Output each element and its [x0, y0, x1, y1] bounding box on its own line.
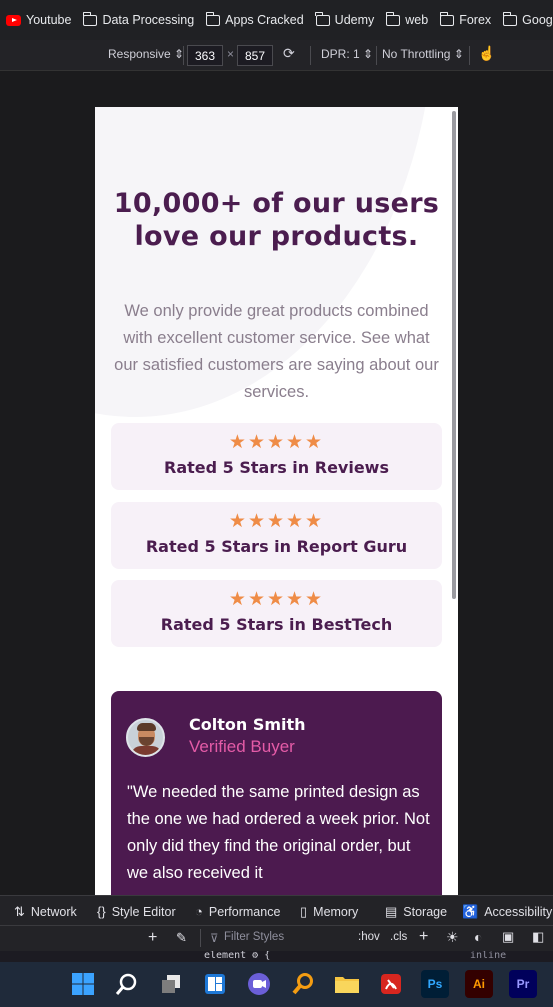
viewport-scrollbar[interactable]	[452, 111, 456, 599]
tab-memory[interactable]: ▯ Memory	[300, 904, 358, 920]
folder-icon	[385, 11, 401, 26]
accessibility-icon: ♿	[462, 904, 479, 919]
avatar	[126, 718, 165, 757]
inline-label: inline	[470, 951, 507, 961]
cls-toggle[interactable]: .cls	[390, 931, 407, 943]
photoshop-icon[interactable]: Ps	[421, 970, 449, 998]
youtube-icon	[6, 14, 21, 26]
divider	[376, 46, 377, 65]
height-input[interactable]: 857	[237, 45, 273, 66]
bookmark-google[interactable]: Google D	[502, 11, 553, 27]
memory-icon: ▯	[300, 904, 308, 919]
add-rule-icon[interactable]: +	[419, 928, 428, 946]
styles-toolbar: + ✎ ⊽ Filter Styles :hov .cls + ☀ ◐ ▣ ◧	[0, 925, 553, 951]
rating-card-besttech: ★★★★★ Rated 5 Stars in BestTech	[111, 580, 442, 647]
bookmark-web[interactable]: web	[385, 11, 428, 27]
page-headline: 10,000+ of our users love our products.	[113, 188, 440, 252]
light-mode-icon[interactable]: ☀	[446, 929, 459, 946]
network-icon: ⇅	[14, 904, 25, 919]
tab-style-editor[interactable]: {} Style Editor	[97, 904, 176, 919]
bookmark-youtube[interactable]: Youtube	[6, 13, 71, 27]
acrobat-icon[interactable]	[377, 970, 405, 998]
dark-mode-icon[interactable]: ◐	[474, 929, 482, 945]
taskbar: Ps Ai Pr	[0, 962, 553, 1007]
premiere-icon[interactable]: Pr	[509, 970, 537, 998]
page-viewport: 10,000+ of our users love our products. …	[95, 107, 458, 895]
dpr-select[interactable]: DPR: 1 ⇕	[321, 47, 373, 61]
bookmark-apps-cracked[interactable]: Apps Cracked	[205, 11, 304, 27]
bookmark-udemy[interactable]: Udemy	[315, 11, 374, 27]
five-stars-icon: ★★★★★	[228, 588, 325, 610]
filter-styles-input[interactable]: Filter Styles	[224, 931, 284, 943]
five-stars-icon: ★★★★★	[228, 431, 325, 453]
rating-card-reviews: ★★★★★ Rated 5 Stars in Reviews	[111, 423, 442, 490]
add-icon[interactable]: +	[148, 929, 157, 947]
tab-storage[interactable]: ▤ Storage	[385, 904, 447, 920]
bookmark-forex[interactable]: Forex	[439, 11, 491, 27]
folder-icon	[82, 11, 98, 26]
bookmark-data-processing[interactable]: Data Processing	[82, 11, 194, 27]
testimonial-role: Verified Buyer	[189, 737, 295, 756]
folder-icon	[439, 11, 455, 26]
testimonial-name: Colton Smith	[189, 715, 306, 734]
divider	[200, 929, 201, 947]
device-select[interactable]: Responsive ⇕	[108, 47, 184, 61]
testimonial-quote: "We needed the same printed design as th…	[127, 783, 430, 882]
windows-start-icon[interactable]	[69, 970, 97, 998]
rating-label: Rated 5 Stars in Reviews	[164, 458, 389, 477]
page-subtext: We only provide great products combined …	[114, 302, 439, 401]
braces-icon: {}	[97, 904, 106, 919]
widgets-icon[interactable]	[201, 970, 229, 998]
five-stars-icon: ★★★★★	[228, 510, 325, 532]
rating-card-report-guru: ★★★★★ Rated 5 Stars in Report Guru	[111, 502, 442, 569]
print-media-icon[interactable]: ▣	[502, 929, 514, 945]
filter-icon: ⊽	[210, 933, 219, 945]
folder-icon	[205, 11, 221, 26]
bookmarks-bar: Youtube Data Processing Apps Cracked Ude…	[0, 0, 553, 40]
folder-icon	[502, 11, 518, 26]
responsive-toolbar: Responsive ⇕ 363 × 857 ⟳ DPR: 1 ⇕ No Thr…	[0, 40, 553, 71]
magnifier-app-icon[interactable]	[289, 970, 317, 998]
divider	[469, 46, 470, 65]
touch-simulation-icon[interactable]: ☝	[478, 45, 495, 62]
rule-view: element ⚙ { inline	[0, 951, 553, 962]
divider	[183, 46, 184, 65]
tab-performance[interactable]: ◔ Performance	[195, 904, 280, 919]
rotate-icon[interactable]: ⟳	[283, 45, 295, 62]
devtools-tabbar: ⇅ Network {} Style Editor ◔ Performance ▯ Me…	[0, 895, 553, 925]
dimension-separator: ×	[227, 47, 235, 61]
sidebar-toggle-icon[interactable]: ◧	[532, 929, 544, 945]
rating-label: Rated 5 Stars in Report Guru	[145, 537, 408, 556]
task-view-icon[interactable]	[157, 970, 185, 998]
gauge-icon: ◔	[195, 904, 203, 919]
tab-accessibility[interactable]: ♿ Accessibility	[462, 904, 552, 920]
hov-toggle[interactable]: :hov	[358, 931, 380, 943]
throttling-select[interactable]: No Throttling ⇕	[382, 47, 464, 61]
file-explorer-icon[interactable]	[333, 970, 361, 998]
search-icon[interactable]	[113, 970, 141, 998]
eyedropper-icon[interactable]: ✎	[176, 930, 187, 946]
teams-chat-icon[interactable]	[245, 970, 273, 998]
rating-label: Rated 5 Stars in BestTech	[160, 615, 393, 634]
storage-icon: ▤	[385, 904, 398, 919]
tab-network[interactable]: ⇅ Network	[14, 904, 77, 920]
width-input[interactable]: 363	[187, 45, 223, 66]
element-rule: element ⚙ {	[204, 951, 271, 961]
testimonial-card: Colton Smith Verified Buyer "We needed t…	[111, 691, 442, 895]
illustrator-icon[interactable]: Ai	[465, 970, 493, 998]
divider	[310, 46, 311, 65]
folder-icon	[315, 11, 330, 26]
